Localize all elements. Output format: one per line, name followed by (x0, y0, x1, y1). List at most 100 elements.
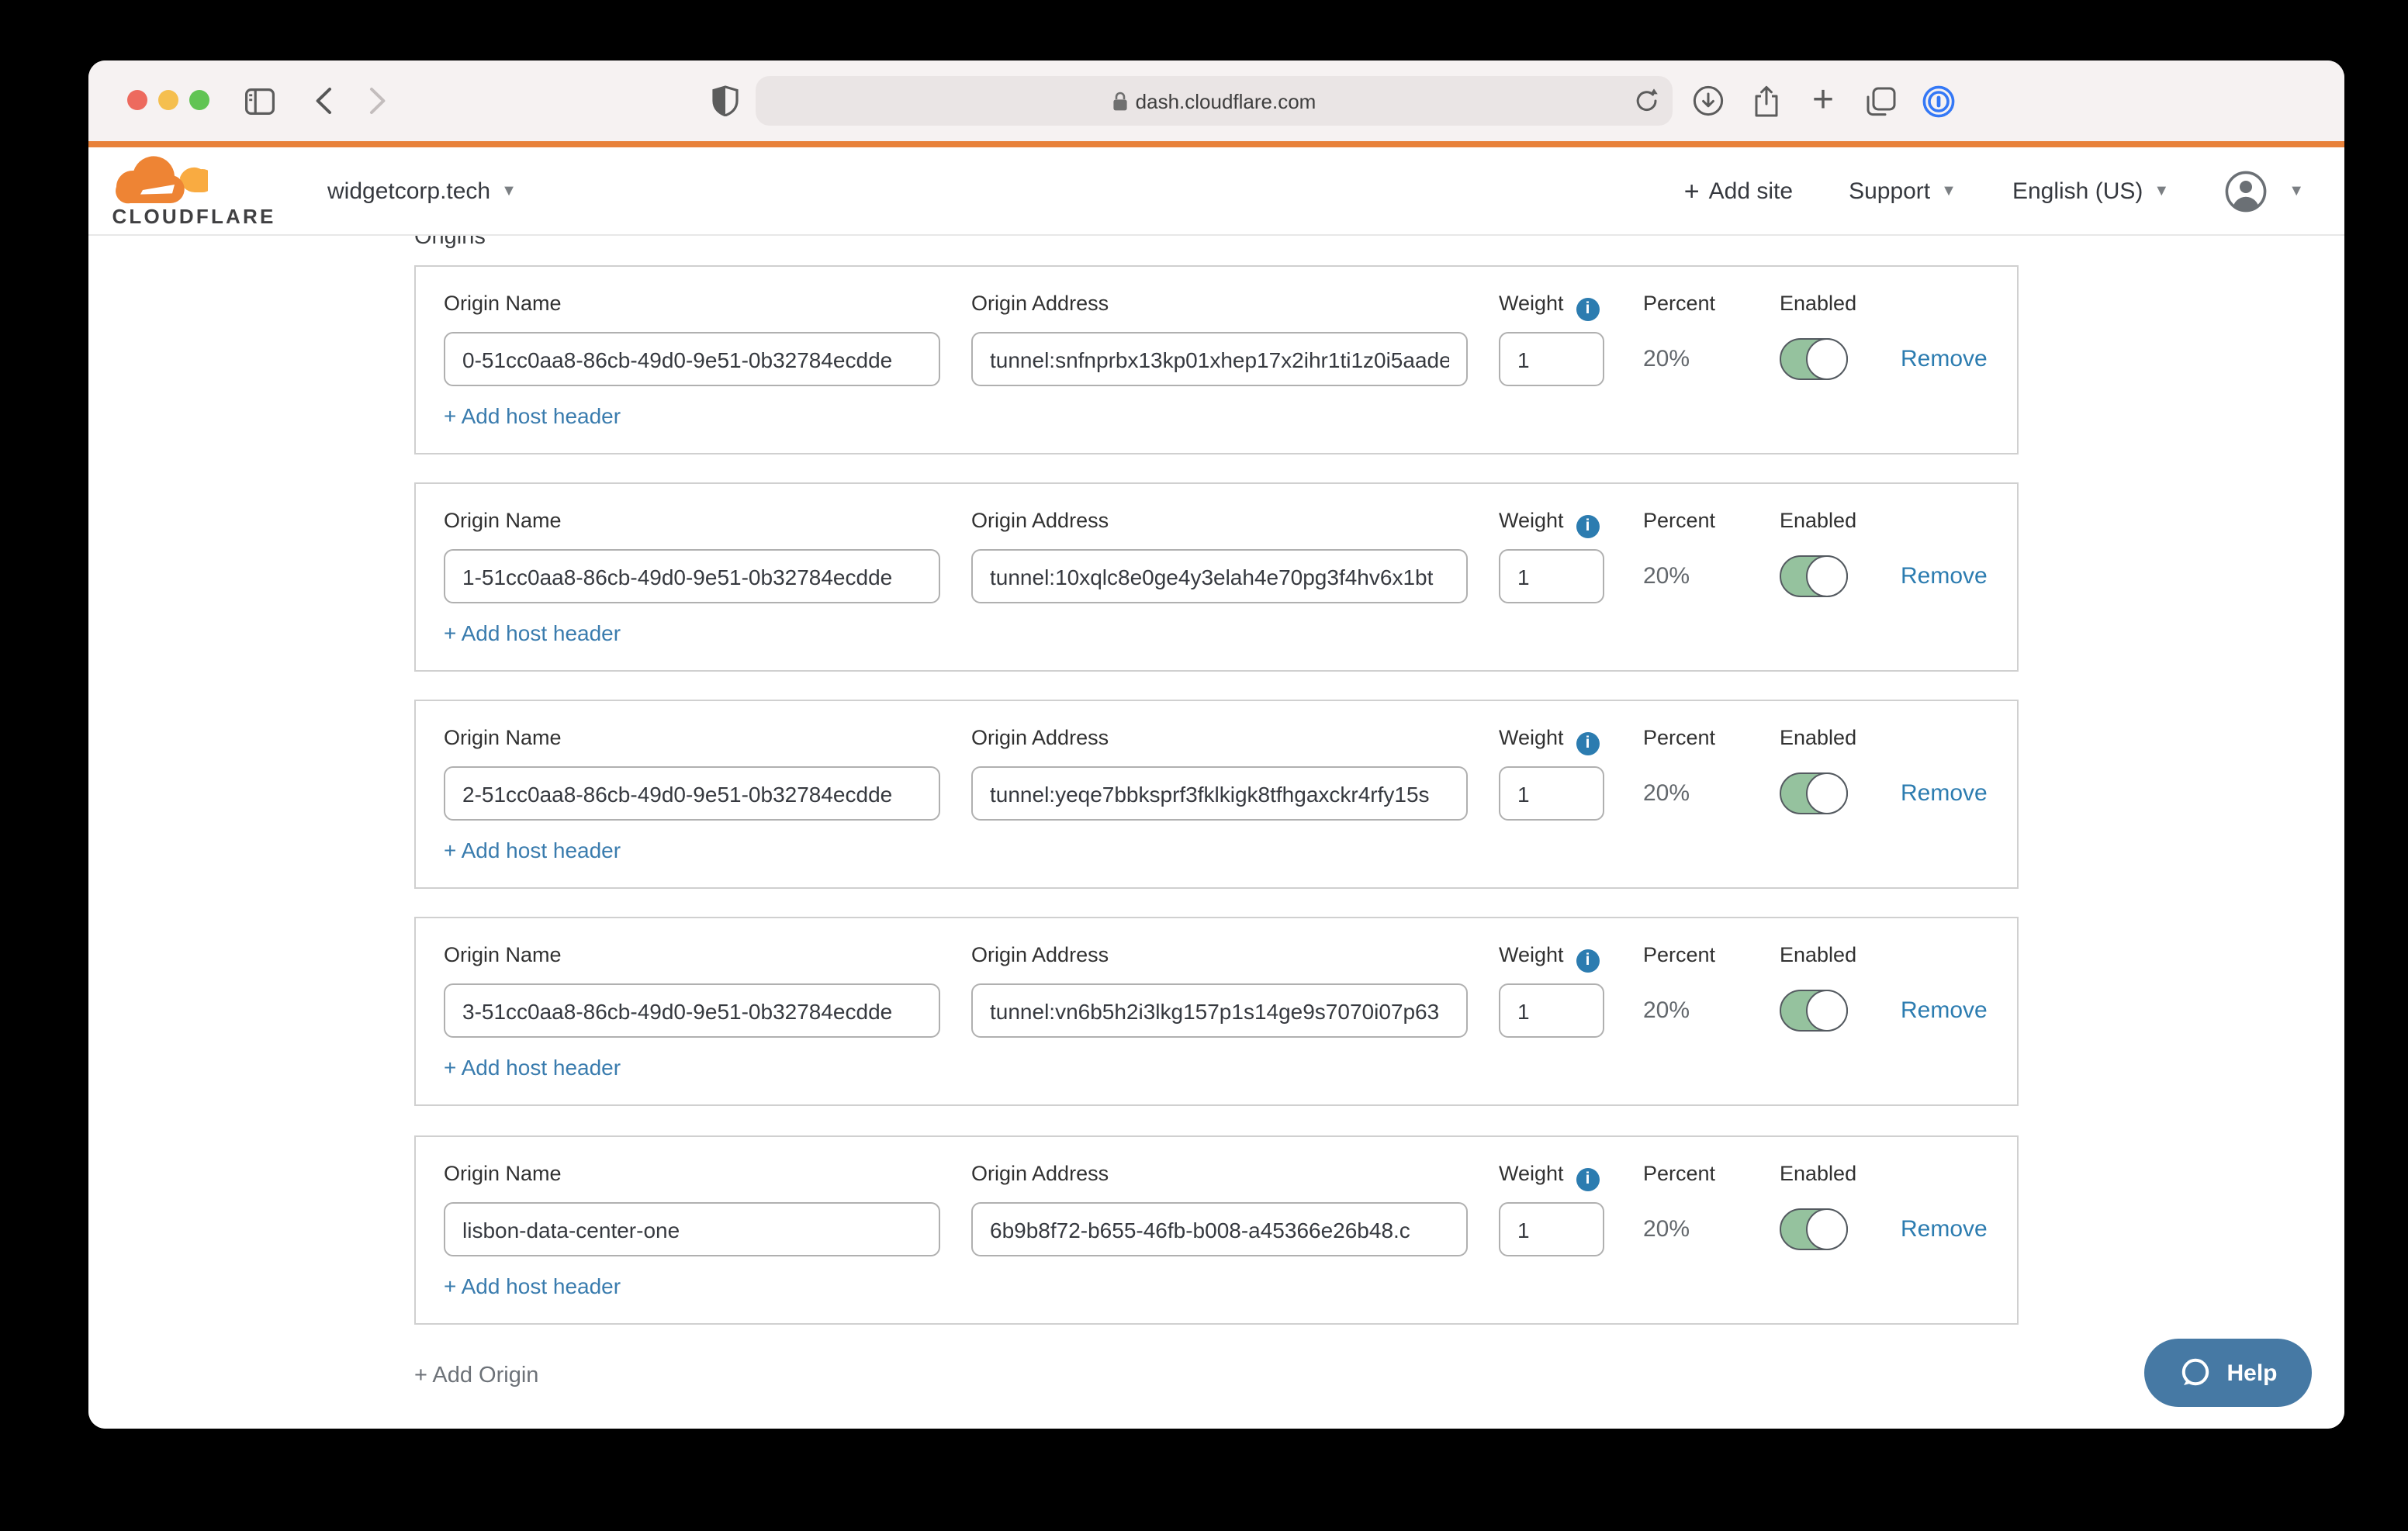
add-host-header-link[interactable]: + Add host header (444, 1055, 621, 1080)
new-tab-plus-icon[interactable]: + (1801, 60, 1845, 141)
origin-name-input[interactable] (444, 766, 940, 821)
section-title: Origins (414, 236, 486, 250)
browser-toolbar: dash.cloudflare.com + (88, 60, 2344, 141)
origin-address-input[interactable] (971, 1202, 1468, 1256)
origin-address-input[interactable] (971, 332, 1468, 386)
origin-address-input[interactable] (971, 983, 1468, 1038)
weight-input[interactable] (1499, 983, 1604, 1038)
forward-icon[interactable] (360, 60, 394, 141)
origin-address-input[interactable] (971, 549, 1468, 603)
traffic-zoom-button[interactable] (189, 90, 209, 110)
origin-card: Origin Name Origin Address Weighti Perce… (414, 700, 2019, 889)
origin-name-input[interactable] (444, 332, 940, 386)
origin-name-input[interactable] (444, 1202, 940, 1256)
cloudflare-wordmark: CLOUDFLARE (112, 205, 276, 228)
origin-card: Origin Name Origin Address Weighti Perce… (414, 265, 2019, 454)
back-icon[interactable] (306, 60, 340, 141)
onepassword-icon[interactable] (1916, 60, 1960, 141)
toggle-knob (1806, 989, 1848, 1031)
remove-origin-link[interactable]: Remove (1901, 997, 1988, 1024)
enabled-label: Enabled (1780, 943, 1856, 966)
origin-address-label: Origin Address (971, 943, 1109, 966)
lock-icon (1112, 91, 1128, 111)
enabled-label: Enabled (1780, 726, 1856, 749)
weight-input[interactable] (1499, 766, 1604, 821)
origin-name-input[interactable] (444, 549, 940, 603)
weight-label: Weighti (1499, 292, 1600, 321)
add-host-header-link[interactable]: + Add host header (444, 620, 621, 645)
percent-value: 20% (1643, 780, 1690, 807)
tab-overview-icon[interactable] (1859, 60, 1902, 141)
toggle-knob (1806, 337, 1848, 379)
origins-section: Origins Origin Name Origin Address Weigh… (88, 236, 2344, 1429)
remove-origin-link[interactable]: Remove (1901, 346, 1988, 372)
zone-name: widgetcorp.tech (327, 178, 490, 205)
info-icon[interactable]: i (1576, 515, 1600, 538)
traffic-minimize-button[interactable] (158, 90, 178, 110)
cloudflare-logo[interactable]: CLOUDFLARE (112, 155, 276, 228)
remove-origin-link[interactable]: Remove (1901, 1216, 1988, 1242)
percent-label: Percent (1643, 1162, 1715, 1185)
screen: dash.cloudflare.com + (0, 0, 2408, 1531)
origin-name-input[interactable] (444, 983, 940, 1038)
origin-name-label: Origin Name (444, 943, 562, 966)
traffic-close-button[interactable] (127, 90, 147, 110)
add-host-header-link[interactable]: + Add host header (444, 838, 621, 862)
add-origin-button[interactable]: + Add Origin (414, 1363, 538, 1388)
origin-address-label: Origin Address (971, 292, 1109, 315)
origin-address-label: Origin Address (971, 509, 1109, 532)
remove-origin-link[interactable]: Remove (1901, 780, 1988, 807)
share-icon[interactable] (1744, 60, 1787, 141)
enabled-toggle[interactable] (1780, 1208, 1848, 1250)
origin-address-input[interactable] (971, 766, 1468, 821)
weight-input[interactable] (1499, 332, 1604, 386)
weight-label: Weighti (1499, 509, 1600, 538)
percent-label: Percent (1643, 292, 1715, 315)
sidebar-icon[interactable] (240, 60, 278, 141)
remove-origin-link[interactable]: Remove (1901, 563, 1988, 589)
chevron-down-icon: ▼ (2289, 183, 2304, 200)
info-icon[interactable]: i (1576, 298, 1600, 321)
browser-window: dash.cloudflare.com + (88, 60, 2344, 1429)
weight-input[interactable] (1499, 549, 1604, 603)
account-menu[interactable]: ▼ (2225, 171, 2304, 213)
enabled-toggle[interactable] (1780, 990, 1848, 1032)
enabled-toggle[interactable] (1780, 555, 1848, 597)
enabled-label: Enabled (1780, 1162, 1856, 1185)
origin-name-label: Origin Name (444, 726, 562, 749)
enabled-toggle[interactable] (1780, 772, 1848, 814)
add-host-header-link[interactable]: + Add host header (444, 403, 621, 428)
percent-value: 20% (1643, 1216, 1690, 1242)
percent-label: Percent (1643, 509, 1715, 532)
enabled-toggle[interactable] (1780, 338, 1848, 380)
reload-icon[interactable] (1635, 87, 1659, 113)
language-menu[interactable]: English (US) ▼ (2012, 178, 2169, 205)
url-bar[interactable]: dash.cloudflare.com (756, 76, 1673, 126)
download-icon[interactable] (1687, 60, 1730, 141)
info-icon[interactable]: i (1576, 949, 1600, 973)
info-icon[interactable]: i (1576, 732, 1600, 755)
chevron-down-icon: ▼ (2154, 183, 2169, 200)
add-host-header-link[interactable]: + Add host header (444, 1274, 621, 1298)
cloudflare-cloud-icon (112, 155, 208, 208)
origin-name-label: Origin Name (444, 509, 562, 532)
zone-selector[interactable]: widgetcorp.tech ▼ (327, 147, 517, 236)
cloudflare-accent-bar (88, 141, 2344, 147)
origin-name-label: Origin Name (444, 292, 562, 315)
origin-address-label: Origin Address (971, 726, 1109, 749)
weight-input[interactable] (1499, 1202, 1604, 1256)
toggle-knob (1806, 772, 1848, 814)
toggle-knob (1806, 555, 1848, 596)
enabled-label: Enabled (1780, 292, 1856, 315)
origin-card: Origin Name Origin Address Weighti Perce… (414, 482, 2019, 672)
chat-bubble-icon (2178, 1356, 2213, 1390)
shield-extension-icon[interactable] (706, 60, 743, 141)
help-button[interactable]: Help (2144, 1339, 2312, 1407)
chevron-down-icon: ▼ (1941, 183, 1956, 200)
percent-value: 20% (1643, 563, 1690, 589)
origin-name-label: Origin Name (444, 1162, 562, 1185)
info-icon[interactable]: i (1576, 1168, 1600, 1191)
origin-address-label: Origin Address (971, 1162, 1109, 1185)
add-site-button[interactable]: + Add site (1684, 176, 1793, 207)
support-menu[interactable]: Support ▼ (1849, 178, 1956, 205)
